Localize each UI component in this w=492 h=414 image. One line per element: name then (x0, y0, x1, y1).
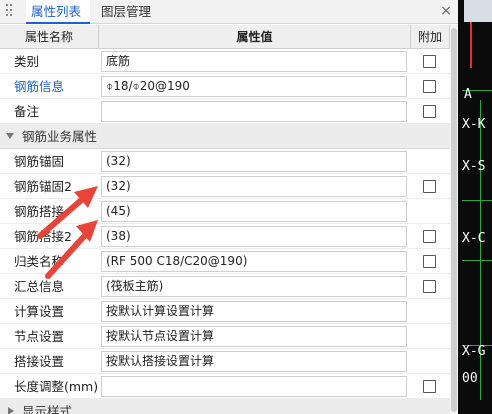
row-extra-checkbox[interactable] (423, 180, 436, 193)
row-extra-checkbox[interactable] (423, 255, 436, 268)
row-remark: 备注 (0, 99, 450, 124)
row-label: 钢筋搭接 (14, 204, 65, 219)
row-value-field[interactable]: 按默认搭接设置计算 (101, 351, 407, 372)
row-value-field[interactable] (101, 376, 407, 397)
row-value-field[interactable]: (RF 500 C18/C20@190) (101, 251, 407, 272)
tab-properties[interactable]: 属性列表 (26, 0, 90, 24)
row-value-field[interactable]: 底筋 (101, 51, 407, 72)
row-label: 钢筋信息 (14, 79, 65, 94)
header-extra[interactable]: 附加 (411, 25, 450, 49)
drawing-label: X-S (462, 159, 486, 174)
row-label: 归类名称 (14, 254, 65, 269)
row-summary: 汇总信息 (筏板主筋) (0, 274, 450, 299)
row-extra-checkbox[interactable] (423, 380, 436, 393)
row-lap-setting: 搭接设置 按默认搭接设置计算 (0, 349, 450, 374)
drag-grip-icon[interactable] (6, 3, 14, 21)
row-value-field[interactable]: 按默认计算设置计算 (101, 301, 407, 322)
row-value-field[interactable]: 按默认节点设置计算 (101, 326, 407, 347)
row-value-field[interactable]: (筏板主筋) (101, 276, 407, 297)
row-label: 钢筋锚固 (14, 154, 65, 169)
row-label: 搭接设置 (14, 354, 65, 369)
drawing-label: 00 (462, 371, 478, 386)
row-value-field[interactable]: (45) (101, 201, 407, 222)
row-calc-setting: 计算设置 按默认计算设置计算 (0, 299, 450, 324)
scrollbar-thumb[interactable] (451, 28, 457, 412)
drawing-label: A (464, 87, 472, 102)
tab-layers[interactable]: 图层管理 (96, 0, 158, 24)
row-category: 类别 底筋 (0, 49, 450, 74)
row-category-name: 归类名称 (RF 500 C18/C20@190) (0, 249, 450, 274)
row-anchor-2: 钢筋锚固2 (32) (0, 174, 450, 199)
group-display-style[interactable]: 显示样式 (0, 399, 450, 414)
vertical-scrollbar[interactable] (450, 25, 458, 414)
row-label: 长度调整(mm) (14, 379, 99, 394)
row-anchor: 钢筋锚固 (32) (0, 149, 450, 174)
group-label: 钢筋业务属性 (22, 129, 98, 144)
group-label: 显示样式 (22, 404, 73, 414)
row-extra-checkbox[interactable] (423, 80, 436, 93)
row-lap-2: 钢筋搭接2 (38) (0, 224, 450, 249)
row-length-adjust: 长度调整(mm) (0, 374, 450, 399)
drawing-label: X-C (462, 231, 486, 246)
table-header: 属性名称 属性值 附加 (0, 25, 450, 49)
row-extra-checkbox[interactable] (423, 55, 436, 68)
drawing-overlay-patch (464, 0, 492, 22)
row-value-field[interactable]: ⌽18/⌽20@190 (101, 76, 407, 97)
caret-right-icon[interactable] (8, 407, 14, 414)
row-extra-checkbox[interactable] (423, 280, 436, 293)
row-label: 汇总信息 (14, 279, 65, 294)
row-value-field[interactable]: (32) (101, 151, 407, 172)
row-value-field[interactable] (101, 101, 407, 122)
header-name[interactable]: 属性名称 (0, 25, 99, 49)
drawing-red-line (470, 22, 472, 68)
row-node-setting: 节点设置 按默认节点设置计算 (0, 324, 450, 349)
row-label: 钢筋搭接2 (14, 229, 72, 244)
header-value[interactable]: 属性值 (99, 25, 411, 49)
row-value-field[interactable]: (32) (101, 176, 407, 197)
row-label: 钢筋锚固2 (14, 179, 72, 194)
row-extra-checkbox[interactable] (423, 105, 436, 118)
row-lap: 钢筋搭接 (45) (0, 199, 450, 224)
close-icon[interactable]: × (437, 2, 455, 20)
panel-tab-bar: 属性列表 图层管理 × (0, 0, 458, 24)
row-rebar-info: 钢筋信息 ⌽18/⌽20@190 (0, 74, 450, 99)
row-extra-checkbox[interactable] (423, 230, 436, 243)
group-rebar-business[interactable]: 钢筋业务属性 (0, 124, 450, 149)
drawing-label: X-G (462, 344, 486, 359)
drawing-label: X-K (462, 117, 486, 132)
row-label: 计算设置 (14, 304, 65, 319)
row-label: 备注 (14, 104, 40, 119)
row-value-field[interactable]: (38) (101, 226, 407, 247)
caret-down-icon[interactable] (6, 133, 14, 139)
row-label: 节点设置 (14, 329, 65, 344)
row-label: 类别 (14, 54, 40, 69)
drawing-viewport[interactable]: A X-K X-S X-C X-G 00 (458, 0, 492, 414)
